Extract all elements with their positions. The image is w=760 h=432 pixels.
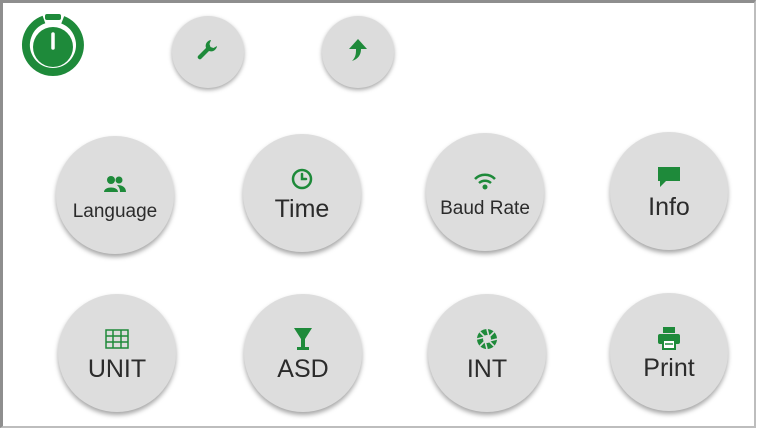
up-arrow-icon — [345, 37, 371, 68]
asd-label: ASD — [277, 354, 329, 383]
print-button[interactable]: Print — [610, 293, 728, 411]
dial-logo-icon — [20, 12, 86, 78]
time-label: Time — [274, 194, 330, 223]
settings-button[interactable] — [172, 16, 244, 88]
asd-button[interactable]: ASD — [244, 294, 362, 412]
printer-icon — [655, 324, 683, 352]
wrench-icon — [195, 37, 221, 68]
int-button[interactable]: INT — [428, 294, 546, 412]
grid-icon — [103, 325, 131, 353]
aperture-icon — [473, 325, 501, 353]
info-label: Info — [648, 192, 690, 221]
unit-button[interactable]: UNIT — [58, 294, 176, 412]
clock-icon — [288, 165, 316, 193]
glass-icon — [289, 325, 317, 353]
baud-rate-button[interactable]: Baud Rate — [426, 133, 544, 251]
users-icon — [101, 170, 129, 198]
language-button[interactable]: Language — [56, 136, 174, 254]
baud-rate-label: Baud Rate — [440, 197, 530, 219]
print-label: Print — [643, 353, 695, 382]
upload-button[interactable] — [322, 16, 394, 88]
wifi-icon — [471, 167, 499, 195]
unit-label: UNIT — [87, 354, 147, 383]
info-button[interactable]: Info — [610, 132, 728, 250]
int-label: INT — [466, 354, 508, 383]
time-button[interactable]: Time — [243, 134, 361, 252]
chat-icon — [655, 163, 683, 191]
language-label: Language — [72, 200, 158, 222]
